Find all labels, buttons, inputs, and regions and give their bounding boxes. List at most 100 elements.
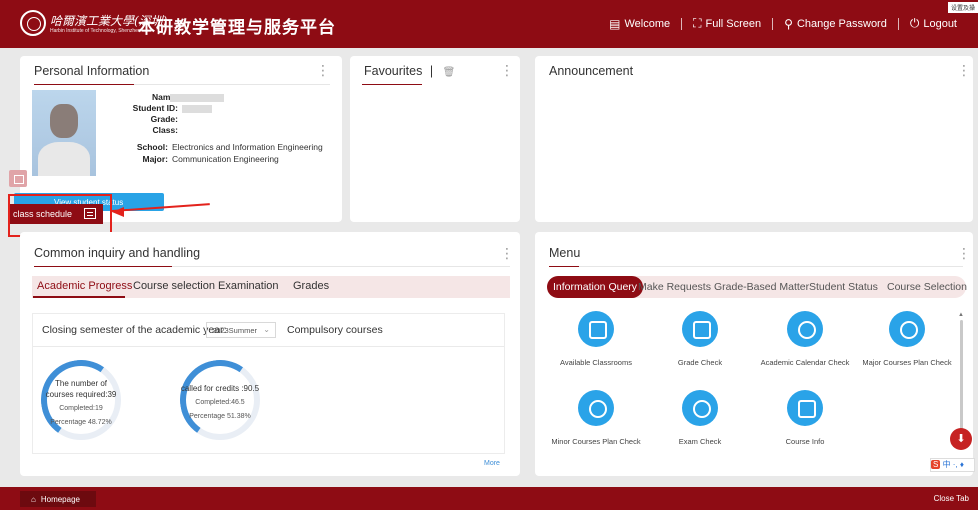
tab-course-selection-menu[interactable]: Course Selection [887,281,967,293]
full-screen-link[interactable]: ⛶ Full Screen [682,16,772,31]
tab-student-status[interactable]: Student Status [809,281,878,293]
close-tab-button[interactable]: Close Tab [934,494,969,503]
menu-item-label: Course Info [785,437,825,446]
floating-calendar-icon[interactable] [9,170,27,187]
major-label: Major: [142,154,169,164]
more-options-icon[interactable]: ⋮ [957,63,971,77]
fullscreen-icon: ⛶ [693,16,702,30]
menu-item-course-info[interactable]: Course Info [755,390,855,446]
plan-check-icon [578,390,614,426]
more-options-icon[interactable]: ⋮ [316,63,330,77]
student-id-label: Student ID: [132,103,178,113]
progress-panel-header: Closing semester of the academic year: 2… [33,314,504,347]
card-title-underline [34,266,172,267]
menu-item-exam-check[interactable]: Exam Check [650,390,750,446]
trash-icon[interactable]: 🗑 [443,67,456,78]
plan-check-icon [889,311,925,347]
university-subtitle: Harbin Institute of Technology, Shenzhen [50,28,141,34]
header-nav: ▤ Welcome ⛶ Full Screen ⚲ Change Passwor… [598,16,968,31]
calendar-icon [787,311,823,347]
welcome-link[interactable]: ▤ Welcome [598,17,681,31]
card-title-underline [34,84,134,85]
download-icon[interactable]: ⬇ [950,428,972,450]
tab-examination[interactable]: Examination [218,280,279,292]
annotation-highlight-box [8,194,112,237]
full-screen-label: Full Screen [705,17,762,30]
courses-percentage: Percentage 48.72% [50,419,112,426]
ime-mode-label: 中 ·, ♦ [942,460,964,469]
tab-grades[interactable]: Grades [293,280,329,292]
tab-course-selection[interactable]: Course selection [133,280,215,292]
student-photo [32,90,96,176]
credits-required: called for credits :90.5 [180,384,260,393]
menu-item-label: Academic Calendar Check [760,358,850,367]
power-icon: ⏻ [909,16,920,30]
tab-make-requests[interactable]: Make Requests [638,281,711,293]
courses-completed: Completed:19 [59,405,103,412]
bottom-tab-bar: ⌂ Homepage Close Tab [0,487,978,510]
welcome-label: Welcome [624,17,671,30]
class-label: Class: [152,125,178,135]
menu-item-label: Major Courses Plan Check [862,358,952,367]
title-separator: | [429,64,434,78]
exam-check-icon [682,390,718,426]
credits-ring-text: called for credits :90.5 Completed:46.5 … [175,383,265,422]
more-options-icon[interactable]: ⋮ [500,246,514,260]
chevron-down-icon: ⌄ [263,325,270,334]
menu-item-major-plan[interactable]: Major Courses Plan Check [857,311,957,367]
major-value: Communication Engineering [172,154,279,164]
semester-select[interactable]: 2023Summer ⌄ [206,322,276,338]
grade-check-icon [682,311,718,347]
announcement-title: Announcement [549,64,634,78]
menu-item-label: Exam Check [678,437,722,446]
classroom-icon [578,311,614,347]
settings-corner-tag[interactable]: 设置及操 [947,2,978,13]
tab-academic-progress[interactable]: Academic Progress [37,280,132,292]
card-title-underline [362,84,422,85]
input-method-toolbar[interactable]: S 中 ·, ♦ [930,458,975,472]
grade-label: Grade: [150,114,178,124]
name-label: Name: [152,92,178,102]
menu-item-available-classrooms[interactable]: Available Classrooms [546,311,646,367]
more-link[interactable]: More [484,460,500,467]
name-value [170,92,224,103]
menu-item-label: Grade Check [677,358,723,367]
photo-head [50,104,78,138]
semester-value: 2023Summer [212,326,258,335]
menu-item-minor-plan[interactable]: Minor Courses Plan Check [546,390,646,446]
photo-body [38,142,90,176]
homepage-icon: ⌂ [31,494,36,504]
logout-label: Logout [923,17,957,30]
logout-link[interactable]: ⏻ Logout [899,16,968,31]
courses-required-line1: The number of [54,379,108,388]
document-icon: ▤ [609,16,621,31]
change-password-label: Change Password [796,17,887,30]
more-options-icon[interactable]: ⋮ [957,246,971,260]
university-logo-icon [20,10,46,36]
scroll-up-arrow-icon[interactable]: ▲ [958,312,964,318]
menu-title: Menu [549,246,581,260]
course-info-icon [787,390,823,426]
tab-information-query[interactable]: Information Query [547,276,644,298]
homepage-tab-label: Homepage [40,494,80,504]
menu-tabs: Information Query Make Requests Grade-Ba… [547,276,967,298]
school-value: Electronics and Information Engineering [172,142,323,152]
menu-item-academic-calendar[interactable]: Academic Calendar Check [755,311,855,367]
student-id-value [182,103,212,114]
system-title: 本研教学管理与服务平台 [138,18,336,37]
courses-required-line2: courses required:39 [45,390,117,399]
school-label: School: [136,142,168,152]
menu-item-label: Minor Courses Plan Check [551,437,641,446]
more-options-icon[interactable]: ⋮ [500,63,514,77]
homepage-tab[interactable]: ⌂ Homepage [20,491,96,507]
active-tab-indicator [33,296,125,298]
menu-scrollbar[interactable] [960,320,963,440]
menu-item-grade-check[interactable]: Grade Check [650,311,750,367]
tab-grade-based-matter[interactable]: Grade-Based Matter [714,281,809,293]
ime-logo-icon: S [931,460,941,469]
annotation-arrowhead [112,207,124,217]
favourites-title: Favourites [364,64,423,78]
change-password-link[interactable]: ⚲ Change Password [773,17,898,31]
credits-completed: Completed:46.5 [195,399,245,406]
courses-ring-text: The number of courses required:39 Comple… [36,378,126,428]
